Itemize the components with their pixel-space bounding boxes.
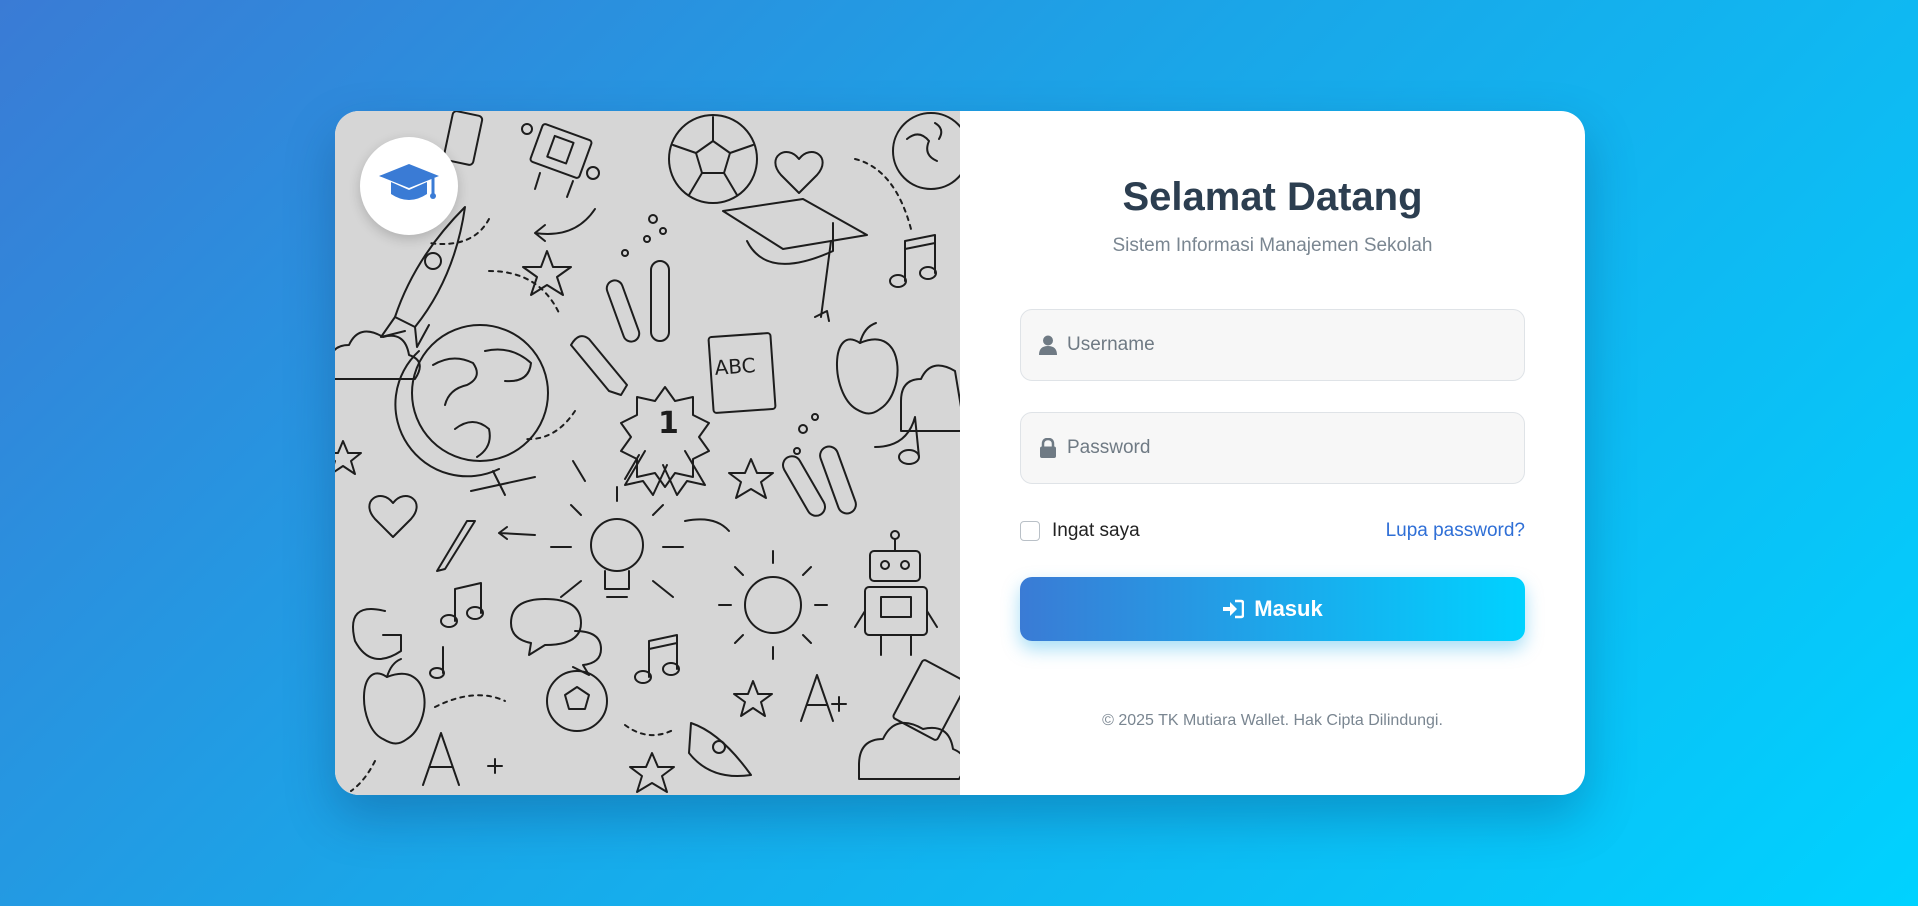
- form-options-row: Ingat saya Lupa password?: [1020, 518, 1525, 544]
- username-field[interactable]: [1020, 309, 1525, 381]
- book-abc-text: ABC: [714, 353, 757, 380]
- remember-me[interactable]: Ingat saya: [1020, 520, 1140, 542]
- sign-in-icon: [1222, 599, 1245, 619]
- remember-me-checkbox[interactable]: [1020, 521, 1040, 541]
- forgot-password-link[interactable]: Lupa password?: [1386, 520, 1525, 542]
- illustration-panel: ABC 1: [335, 111, 960, 795]
- page-title: Selamat Datang: [1122, 175, 1423, 219]
- password-field[interactable]: [1020, 412, 1525, 484]
- lock-icon: [1037, 437, 1059, 459]
- medal-number-text: 1: [658, 406, 679, 441]
- school-logo-badge: [360, 137, 458, 235]
- password-input[interactable]: [1067, 437, 1507, 459]
- copyright-footer: © 2025 TK Mutiara Wallet. Hak Cipta Dili…: [1102, 712, 1443, 729]
- remember-me-label: Ingat saya: [1052, 520, 1140, 541]
- graduation-cap-icon: [377, 160, 441, 213]
- login-button-label: Masuk: [1254, 596, 1323, 621]
- page-subtitle: Sistem Informasi Manajemen Sekolah: [1112, 235, 1433, 256]
- login-button[interactable]: Masuk: [1020, 577, 1525, 641]
- login-card: ABC 1 Selamat Datang Sistem Informasi Ma…: [335, 111, 1585, 795]
- login-form-panel: Selamat Datang Sistem Informasi Manajeme…: [960, 111, 1585, 795]
- username-input[interactable]: [1067, 334, 1507, 356]
- user-icon: [1037, 334, 1059, 356]
